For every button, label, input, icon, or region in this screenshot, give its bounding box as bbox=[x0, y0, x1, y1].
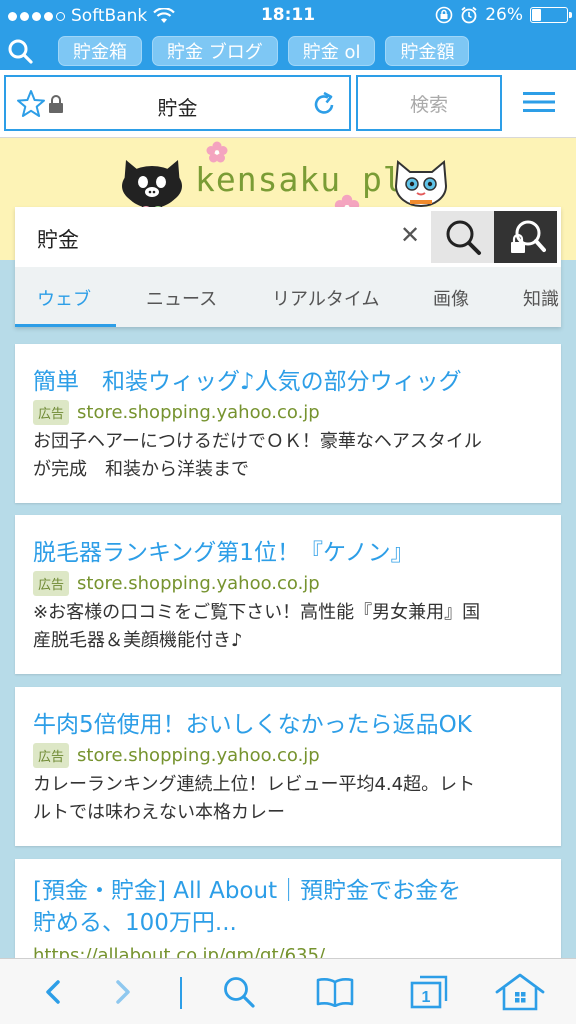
snippet-line: が完成 和装から洋装まで bbox=[33, 459, 249, 480]
result-snippet: お団子ヘアーにつけるだけでＯＫ！豪華なヘアスタイル が完成 和装から洋装まで bbox=[33, 428, 543, 484]
open-book-icon bbox=[316, 978, 354, 1007]
result-url: store.shopping.yahoo.co.jp bbox=[77, 402, 320, 423]
search-tabs: ウェブ ニュース リアルタイム 画像 知識 bbox=[15, 267, 561, 327]
result-title[interactable]: [預金・貯金] All About｜預貯金でお金を 貯める、100万円... bbox=[33, 875, 461, 939]
back-button[interactable] bbox=[30, 959, 76, 1024]
result-title[interactable]: 牛肉5倍使用！おいしくなかったら返品OK bbox=[33, 705, 472, 739]
snippet-line: ルトでは味わえない本格カレー bbox=[33, 802, 285, 823]
ad-badge: 広告 bbox=[33, 400, 70, 425]
address-row: 貯金 検索 bbox=[0, 70, 576, 138]
ad-result-card[interactable]: 脱毛器ランキング第1位！『ケノン』 広告 store.shopping.yaho… bbox=[15, 515, 561, 674]
result-snippet: ※お客様の口コミをご覧下さい！高性能『男女兼用』国 産脱毛器＆美顔機能付き♪ bbox=[33, 599, 543, 655]
result-url: store.shopping.yahoo.co.jp bbox=[77, 573, 320, 594]
tab-web[interactable]: ウェブ bbox=[37, 285, 91, 311]
hamburger-menu-icon[interactable] bbox=[522, 90, 556, 114]
tabs-icon: 1 bbox=[410, 975, 448, 1009]
keyword-chip[interactable]: 貯金 ol bbox=[287, 36, 376, 66]
forward-button[interactable] bbox=[100, 959, 146, 1024]
result-title[interactable]: 脱毛器ランキング第1位！『ケノン』 bbox=[33, 533, 414, 567]
snippet-line: ※お客様の口コミをご覧下さい！高性能『男女兼用』国 bbox=[33, 602, 481, 623]
keyword-chip[interactable]: 貯金箱 bbox=[58, 36, 142, 66]
bottom-toolbar: 1 bbox=[0, 958, 576, 1024]
reload-icon[interactable] bbox=[311, 90, 337, 118]
ad-result-card[interactable]: 牛肉5倍使用！おいしくなかったら返品OK 広告 store.shopping.y… bbox=[15, 687, 561, 846]
title-line: [預金・貯金] All About｜預貯金でお金を bbox=[33, 878, 462, 904]
status-bar: SoftBank 18:11 26% bbox=[0, 0, 576, 32]
result-title[interactable]: 簡単 和装ウィッグ♪人気の部分ウィッグ bbox=[33, 362, 462, 396]
search-tool-button[interactable] bbox=[214, 959, 264, 1024]
keyword-chip[interactable]: 貯金 ブログ bbox=[152, 36, 278, 66]
home-button[interactable] bbox=[492, 959, 548, 1024]
ad-badge: 広告 bbox=[33, 743, 70, 768]
search-icon bbox=[224, 977, 255, 1008]
title-line: 貯める、100万円... bbox=[33, 910, 237, 936]
battery-percent: 26% bbox=[485, 5, 523, 25]
search-input[interactable]: 貯金 bbox=[37, 224, 79, 254]
white-cat-mascot-icon bbox=[394, 160, 448, 207]
bookmarks-button[interactable] bbox=[310, 959, 360, 1024]
chevron-right-icon bbox=[116, 980, 130, 1004]
result-snippet: カレーランキング連続上位！レビュー平均4.4超。レト ルトでは味わえない本格カレ… bbox=[33, 771, 543, 827]
home-icon bbox=[495, 973, 545, 1011]
tab-count: 1 bbox=[422, 989, 431, 1006]
magnifier-icon bbox=[446, 220, 481, 255]
snippet-line: カレーランキング連続上位！レビュー平均4.4超。レト bbox=[33, 774, 476, 795]
tabs-button[interactable]: 1 bbox=[404, 959, 454, 1024]
snippet-line: お団子ヘアーにつけるだけでＯＫ！豪華なヘアスタイル bbox=[33, 431, 482, 452]
search-button[interactable]: 検索 bbox=[356, 75, 502, 131]
result-url: store.shopping.yahoo.co.jp bbox=[77, 745, 320, 766]
clear-icon[interactable]: ✕ bbox=[400, 221, 420, 249]
private-search-button[interactable] bbox=[494, 211, 557, 263]
toolbar-divider bbox=[180, 977, 182, 1009]
search-icon[interactable] bbox=[0, 32, 40, 70]
chevron-left-icon bbox=[46, 980, 60, 1004]
search-panel: 貯金 ✕ ウェブ ニュース リアルタイム 画像 知識 bbox=[15, 207, 561, 327]
suggestion-bar: 貯金箱 貯金 ブログ 貯金 ol 貯金額 bbox=[0, 32, 576, 70]
active-tab-indicator bbox=[15, 324, 116, 327]
search-submit-button[interactable] bbox=[431, 211, 494, 263]
tab-realtime[interactable]: リアルタイム bbox=[272, 285, 379, 311]
snippet-line: 産脱毛器＆美顔機能付き♪ bbox=[33, 630, 243, 651]
keyword-chip[interactable]: 貯金額 bbox=[385, 36, 470, 66]
page-title: 貯金 bbox=[157, 96, 198, 120]
alarm-icon bbox=[461, 6, 477, 24]
rotation-lock-icon bbox=[435, 6, 453, 24]
private-search-icon bbox=[510, 220, 546, 253]
tab-images[interactable]: 画像 bbox=[433, 285, 469, 311]
ad-badge: 広告 bbox=[33, 571, 70, 596]
tab-news[interactable]: ニュース bbox=[146, 285, 217, 311]
battery-icon bbox=[530, 7, 572, 23]
tab-knowledge[interactable]: 知識 bbox=[523, 285, 559, 311]
ad-result-card[interactable]: 簡単 和装ウィッグ♪人気の部分ウィッグ 広告 store.shopping.ya… bbox=[15, 344, 561, 503]
address-bar[interactable]: 貯金 bbox=[4, 75, 351, 131]
